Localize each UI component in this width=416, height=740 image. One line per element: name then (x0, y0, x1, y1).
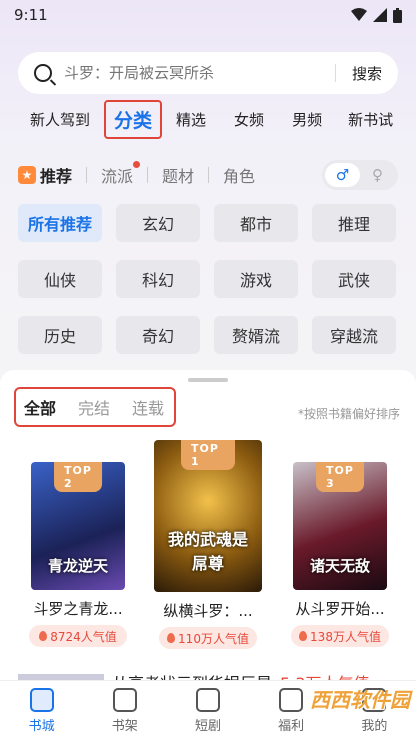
tab-female[interactable]: 女频 (234, 109, 264, 130)
category-grid: 所有推荐 玄幻 都市 推理 仙侠 科幻 游戏 武侠 历史 奇幻 赘婿流 穿越流 (18, 204, 398, 354)
tab-new-books[interactable]: 新书试 (348, 109, 393, 130)
search-icon (34, 64, 52, 82)
subtab-genre-label: 流派 (101, 167, 134, 186)
rank-badge: TOP 1 (181, 440, 235, 470)
category-chip[interactable]: 推理 (312, 204, 396, 242)
rank-badge: TOP 2 (54, 462, 102, 492)
subtab-theme[interactable]: 题材 (162, 163, 194, 187)
nav-label: 我的 (361, 718, 388, 734)
popularity-badge: 110万人气值 (159, 627, 257, 649)
category-chip[interactable]: 仙侠 (18, 260, 102, 298)
top-tabs: 新人驾到 分类 精选 女频 男频 新书试 (0, 96, 416, 142)
watermark: 西西软件园 (310, 688, 410, 712)
subtab-recommend-label: 推荐 (40, 167, 73, 186)
gift-icon (279, 687, 304, 712)
star-icon: ★ (18, 166, 36, 184)
flame-icon (299, 631, 308, 641)
search-divider (334, 64, 336, 82)
tab-newcomer[interactable]: 新人驾到 (30, 109, 90, 130)
popularity-value: 8724人气值 (50, 629, 117, 644)
book-title: 斗罗之青龙... (33, 600, 123, 618)
wifi-icon (351, 8, 367, 21)
signal-icon (373, 8, 387, 22)
notification-dot (133, 161, 141, 168)
tv-icon (195, 687, 220, 712)
divider (147, 167, 149, 183)
category-chip[interactable]: 都市 (214, 204, 298, 242)
drag-handle[interactable] (188, 378, 228, 382)
category-chip[interactable]: 所有推荐 (18, 204, 102, 242)
category-chip[interactable]: 赘婿流 (214, 316, 298, 354)
female-icon[interactable]: ♀ (360, 163, 395, 187)
nav-bookstore[interactable]: 书城 (7, 687, 77, 734)
status-tabs: 全部 完结 连载 (14, 387, 177, 427)
tab-featured[interactable]: 精选 (176, 109, 206, 130)
book-title: 从斗罗开始... (295, 600, 385, 618)
category-chip[interactable]: 奇幻 (116, 316, 200, 354)
divider (86, 167, 88, 183)
category-chip[interactable]: 穿越流 (312, 316, 396, 354)
battery-icon (393, 7, 402, 23)
search-input[interactable] (64, 64, 319, 82)
book-cover: TOP 2 青龙逆天 (31, 462, 125, 590)
nav-label: 福利 (278, 718, 305, 734)
cover-title: 青龙逆天 (47, 557, 108, 575)
cover-title: 我的武魂是屌尊 (168, 530, 249, 573)
status-time: 9:11 (14, 6, 48, 24)
status-tab-finished[interactable]: 完结 (78, 395, 110, 419)
status-icons (351, 7, 402, 23)
sort-note: *按照书籍偏好排序 (297, 407, 400, 421)
status-bar: 9:11 (0, 0, 416, 30)
popularity-value: 138万人气值 (310, 629, 381, 644)
popularity-badge: 8724人气值 (29, 625, 127, 647)
nav-label: 书城 (28, 718, 55, 734)
tab-male[interactable]: 男频 (292, 109, 322, 130)
status-tab-all[interactable]: 全部 (24, 395, 56, 419)
category-chip[interactable]: 游戏 (214, 260, 298, 298)
cover-title: 诸天无敌 (309, 557, 370, 575)
nav-label: 短剧 (194, 718, 221, 734)
subtab-genre[interactable]: 流派 (101, 161, 141, 187)
male-icon[interactable]: ♂ (325, 163, 360, 187)
popularity-value: 110万人气值 (178, 631, 249, 646)
home-icon (29, 687, 54, 712)
ranking-panel: 全部 完结 连载 *按照书籍偏好排序 TOP 2 青龙逆天 斗罗之青龙... 8… (0, 370, 416, 686)
category-chip[interactable]: 玄幻 (116, 204, 200, 242)
book-card[interactable]: TOP 3 诸天无敌 从斗罗开始... 138万人气值 (280, 462, 400, 647)
nav-short-drama[interactable]: 短剧 (173, 687, 243, 734)
flame-icon (167, 633, 176, 643)
category-chip[interactable]: 历史 (18, 316, 102, 354)
nav-bookshelf[interactable]: 书架 (90, 687, 160, 734)
subtab-recommend[interactable]: ★ 推荐 (18, 163, 72, 187)
book-cover: TOP 3 诸天无敌 (293, 462, 387, 590)
book-icon (112, 687, 137, 712)
book-cover: TOP 1 我的武魂是屌尊 (154, 440, 262, 592)
subtab-role[interactable]: 角色 (223, 163, 255, 187)
book-title: 纵横斗罗：... (163, 602, 253, 620)
divider (208, 167, 210, 183)
book-card[interactable]: TOP 1 我的武魂是屌尊 纵横斗罗：... 110万人气值 (148, 440, 268, 649)
top-books: TOP 2 青龙逆天 斗罗之青龙... 8724人气值 TOP 1 我的武魂是屌… (0, 440, 416, 660)
status-tab-ongoing[interactable]: 连载 (132, 395, 164, 419)
book-card[interactable]: TOP 2 青龙逆天 斗罗之青龙... 8724人气值 (18, 462, 138, 647)
popularity-badge: 138万人气值 (291, 625, 389, 647)
search-bar[interactable]: 搜索 (18, 52, 398, 94)
tab-category[interactable]: 分类 (104, 99, 163, 139)
category-chip[interactable]: 科幻 (116, 260, 200, 298)
search-button[interactable]: 搜索 (352, 63, 382, 84)
flame-icon (39, 631, 48, 641)
category-chip[interactable]: 武侠 (312, 260, 396, 298)
gender-toggle[interactable]: ♂ ♀ (322, 160, 398, 190)
rank-badge: TOP 3 (316, 462, 364, 492)
nav-label: 书架 (111, 718, 138, 734)
